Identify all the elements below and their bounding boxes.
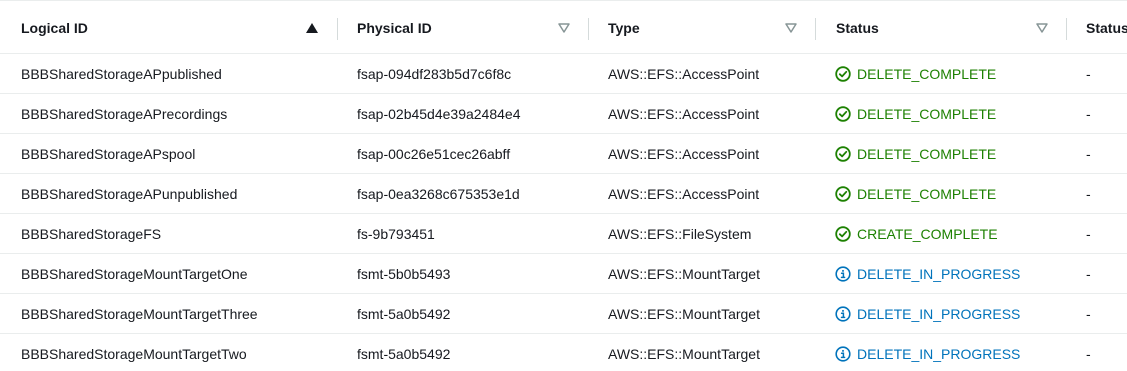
table-row[interactable]: BBBSharedStorageAPpublished fsap-094df28… [0, 54, 1127, 94]
column-header-label: Type [608, 20, 640, 36]
check-circle-icon [835, 106, 851, 122]
status-cell: DELETE_COMPLETE [835, 174, 996, 214]
type-cell: AWS::EFS::MountTarget [608, 306, 760, 322]
status-reason-cell: - [1086, 266, 1091, 282]
column-divider[interactable] [588, 18, 589, 40]
check-circle-icon [835, 66, 851, 82]
status-text: DELETE_COMPLETE [857, 186, 997, 202]
status-text: DELETE_COMPLETE [857, 106, 997, 122]
column-header-physical-id[interactable]: Physical ID [357, 1, 432, 55]
status-cell: DELETE_IN_PROGRESS [835, 254, 1020, 294]
info-circle-icon [835, 306, 851, 322]
status-text: CREATE_COMPLETE [857, 226, 998, 242]
status-cell: DELETE_COMPLETE [835, 94, 996, 134]
column-header-label: Logical ID [21, 20, 88, 36]
physical-id-cell: fsap-0ea3268c675353e1d [357, 186, 520, 202]
logical-id-cell: BBBSharedStorageAPspool [21, 146, 196, 162]
status-reason-cell: - [1086, 346, 1091, 362]
status-text: DELETE_COMPLETE [857, 146, 997, 162]
type-cell: AWS::EFS::AccessPoint [608, 106, 760, 122]
status-reason-cell: - [1086, 226, 1091, 242]
status-reason-cell: - [1086, 306, 1091, 322]
column-divider[interactable] [1066, 18, 1067, 40]
status-text: DELETE_IN_PROGRESS [857, 306, 1021, 322]
info-circle-icon [835, 346, 851, 362]
table-header: Logical ID Physical ID Type Status Statu… [0, 0, 1127, 54]
status-reason-cell: - [1086, 106, 1091, 122]
logical-id-cell: BBBSharedStorageMountTargetOne [21, 266, 248, 282]
physical-id-cell: fs-9b793451 [357, 226, 435, 242]
logical-id-cell: BBBSharedStorageFS [21, 226, 162, 242]
column-divider[interactable] [815, 18, 816, 40]
type-cell: AWS::EFS::MountTarget [608, 346, 760, 362]
check-circle-icon [835, 226, 851, 242]
logical-id-cell: BBBSharedStorageAPpublished [21, 66, 222, 82]
info-circle-icon [835, 266, 851, 282]
resources-table: Logical ID Physical ID Type Status Statu… [0, 0, 1127, 371]
check-circle-icon [835, 146, 851, 162]
status-cell: DELETE_IN_PROGRESS [835, 294, 1020, 334]
table-row[interactable]: BBBSharedStorageAPunpublished fsap-0ea32… [0, 174, 1127, 214]
type-cell: AWS::EFS::FileSystem [608, 226, 752, 242]
logical-id-cell: BBBSharedStorageAPrecordings [21, 106, 228, 122]
logical-id-cell: BBBSharedStorageAPunpublished [21, 186, 238, 202]
column-header-label: Physical ID [357, 20, 432, 36]
status-reason-cell: - [1086, 66, 1091, 82]
column-header-status-reason[interactable]: Status [1086, 1, 1127, 55]
physical-id-cell: fsap-02b45d4e39a2484e4 [357, 106, 521, 122]
type-cell: AWS::EFS::AccessPoint [608, 186, 760, 202]
column-header-label: Status [836, 20, 879, 36]
status-reason-cell: - [1086, 146, 1091, 162]
physical-id-cell: fsmt-5b0b5493 [357, 266, 451, 282]
status-cell: DELETE_COMPLETE [835, 134, 996, 174]
table-row[interactable]: BBBSharedStorageAPrecordings fsap-02b45d… [0, 94, 1127, 134]
physical-id-cell: fsap-094df283b5d7c6f8c [357, 66, 512, 82]
column-header-label: Status [1086, 20, 1127, 36]
column-divider[interactable] [337, 18, 338, 40]
physical-id-cell: fsap-00c26e51cec26abff [357, 146, 511, 162]
status-cell: DELETE_COMPLETE [835, 54, 996, 94]
table-row[interactable]: BBBSharedStorageMountTargetThree fsmt-5a… [0, 294, 1127, 334]
table-row[interactable]: BBBSharedStorageMountTargetOne fsmt-5b0b… [0, 254, 1127, 294]
status-cell: DELETE_IN_PROGRESS [835, 334, 1020, 371]
type-cell: AWS::EFS::AccessPoint [608, 146, 760, 162]
sort-icon[interactable] [1036, 22, 1048, 34]
logical-id-cell: BBBSharedStorageMountTargetTwo [21, 346, 247, 362]
status-cell: CREATE_COMPLETE [835, 214, 998, 254]
table-row[interactable]: BBBSharedStorageMountTargetTwo fsmt-5a0b… [0, 334, 1127, 371]
status-text: DELETE_IN_PROGRESS [857, 266, 1021, 282]
column-header-status[interactable]: Status [836, 1, 879, 55]
table-row[interactable]: BBBSharedStorageAPspool fsap-00c26e51cec… [0, 134, 1127, 174]
sort-icon[interactable] [558, 22, 570, 34]
sort-ascending-icon[interactable] [306, 22, 318, 34]
logical-id-cell: BBBSharedStorageMountTargetThree [21, 306, 258, 322]
status-text: DELETE_COMPLETE [857, 66, 997, 82]
check-circle-icon [835, 186, 851, 202]
status-reason-cell: - [1086, 186, 1091, 202]
physical-id-cell: fsmt-5a0b5492 [357, 306, 451, 322]
column-header-logical-id[interactable]: Logical ID [21, 1, 88, 55]
column-header-type[interactable]: Type [608, 1, 640, 55]
type-cell: AWS::EFS::MountTarget [608, 266, 760, 282]
table-row[interactable]: BBBSharedStorageFS fs-9b793451 AWS::EFS:… [0, 214, 1127, 254]
status-text: DELETE_IN_PROGRESS [857, 346, 1021, 362]
sort-icon[interactable] [785, 22, 797, 34]
type-cell: AWS::EFS::AccessPoint [608, 66, 760, 82]
physical-id-cell: fsmt-5a0b5492 [357, 346, 451, 362]
